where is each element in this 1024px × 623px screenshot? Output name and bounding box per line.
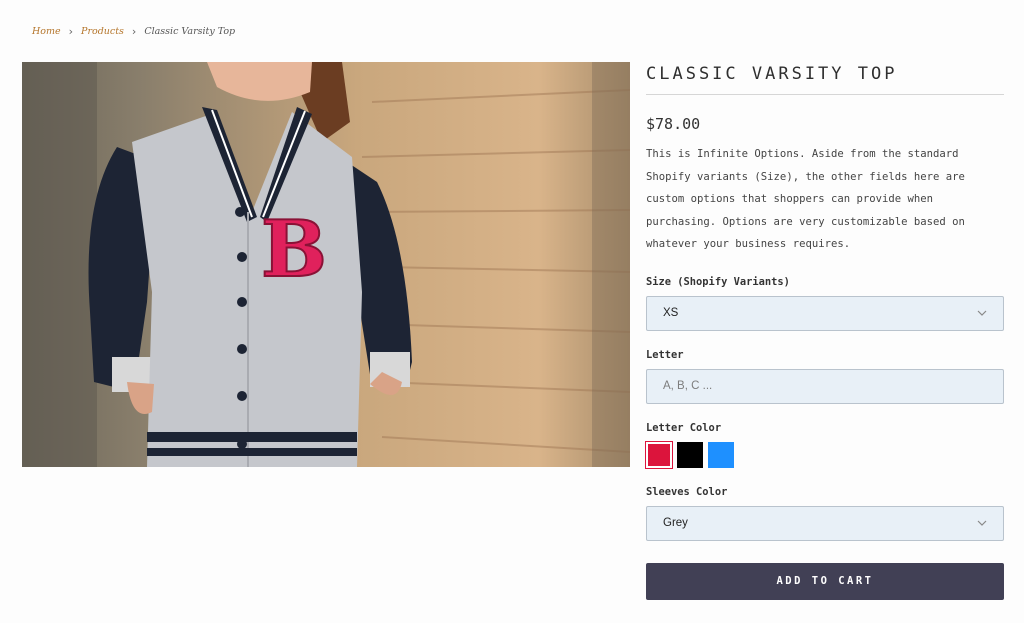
breadcrumb-home-link[interactable]: Home — [32, 26, 61, 37]
chevron-right-icon: › — [68, 25, 74, 38]
letter-input[interactable]: A, B, C ... — [646, 368, 1004, 404]
swatch-black[interactable] — [677, 441, 703, 468]
swatch-red[interactable] — [645, 440, 673, 469]
letter-color-swatches — [645, 440, 1004, 469]
sleeves-color-label: Sleeves Color — [646, 485, 728, 498]
product-image[interactable]: B — [22, 62, 630, 467]
chevron-down-icon — [977, 311, 987, 317]
breadcrumb-current: Classic Varsity Top — [144, 26, 236, 37]
size-select[interactable]: XS — [646, 295, 1004, 331]
product-price: $78.00 — [646, 115, 701, 133]
letter-label: Letter — [646, 348, 684, 361]
product-description: This is Infinite Options. Aside from the… — [646, 148, 965, 251]
sleeves-color-option: Sleeves Color Grey — [646, 486, 1004, 541]
size-label: Size (Shopify Variants) — [646, 275, 790, 288]
letter-option: Letter A, B, C ... — [646, 349, 1004, 404]
page-title: CLASSIC VARSITY TOP — [646, 62, 1004, 95]
breadcrumb-products-link[interactable]: Products — [81, 26, 124, 37]
product-info: CLASSIC VARSITY TOP $78.00 This is Infin… — [645, 62, 1004, 600]
letter-input-placeholder: A, B, C ... — [663, 380, 713, 393]
breadcrumb: Home › Products › Classic Varsity Top — [32, 25, 235, 38]
size-select-value: XS — [663, 307, 679, 320]
size-option: Size (Shopify Variants) XS — [646, 276, 1004, 331]
letter-color-label: Letter Color — [646, 421, 722, 434]
letter-color-option: Letter Color — [645, 421, 1004, 469]
patch-letter: B — [261, 204, 327, 295]
swatch-blue[interactable] — [708, 441, 734, 468]
sleeves-color-value: Grey — [663, 517, 688, 530]
chevron-right-icon: › — [131, 25, 137, 38]
add-to-cart-button[interactable]: ADD TO CART — [646, 562, 1004, 600]
sleeves-color-select[interactable]: Grey — [646, 505, 1004, 541]
chevron-down-icon — [977, 521, 987, 527]
